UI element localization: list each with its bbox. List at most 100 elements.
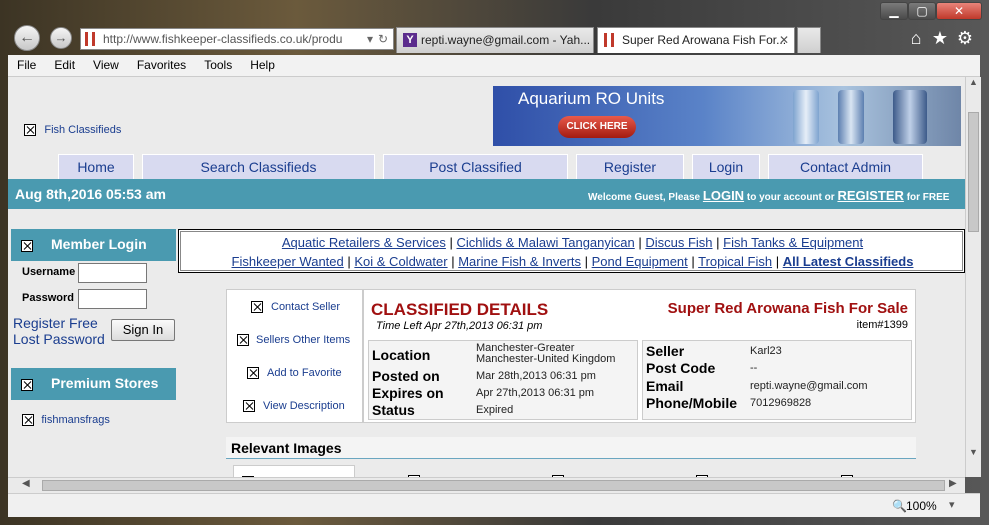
forward-button[interactable]: → bbox=[50, 27, 72, 49]
broken-image-icon bbox=[243, 399, 255, 412]
nav-post-classified[interactable]: Post Classified bbox=[383, 154, 568, 180]
category-link[interactable]: Fish Tanks & Equipment bbox=[723, 235, 863, 250]
address-text: http://www.fishkeeper-classifieds.co.uk/… bbox=[103, 32, 343, 46]
category-link[interactable]: Fishkeeper Wanted bbox=[232, 254, 344, 269]
scroll-left-icon[interactable]: ◀ bbox=[22, 478, 30, 489]
close-button[interactable]: ✕ bbox=[936, 2, 982, 20]
menu-help[interactable]: Help bbox=[241, 55, 284, 75]
category-link[interactable]: Tropical Fish bbox=[698, 254, 772, 269]
password-input[interactable] bbox=[78, 289, 147, 309]
add-to-favorite-action[interactable]: Add to Favorite bbox=[247, 365, 342, 379]
image-thumbnail[interactable] bbox=[233, 465, 355, 477]
category-link[interactable]: Marine Fish & Inverts bbox=[458, 254, 581, 269]
menu-tools[interactable]: Tools bbox=[195, 55, 241, 75]
classified-title: Super Red Arowana Fish For Sale bbox=[667, 300, 908, 317]
banner-title: Aquarium RO Units bbox=[518, 89, 665, 108]
nav-contact-admin[interactable]: Contact Admin bbox=[768, 154, 923, 180]
back-arrow-icon: ← bbox=[19, 29, 35, 46]
nav-search-classifieds[interactable]: Search Classifieds bbox=[142, 154, 375, 180]
broken-image-icon bbox=[21, 378, 33, 391]
date-bar: Aug 8th,2016 05:53 am Welcome Guest, Ple… bbox=[8, 179, 965, 209]
nav-register[interactable]: Register bbox=[576, 154, 684, 180]
details-heading: CLASSIFIED DETAILS bbox=[371, 300, 549, 319]
classified-details: CLASSIFIED DETAILS Time Left Apr 27th,20… bbox=[363, 289, 916, 423]
menu-file[interactable]: File bbox=[8, 55, 45, 75]
tab-arowana[interactable]: Super Red Arowana Fish For... ✕ bbox=[597, 27, 795, 53]
relevant-images-header: Relevant Images bbox=[226, 437, 916, 459]
broken-image-icon bbox=[251, 300, 263, 313]
zoom-level[interactable]: 100% bbox=[906, 499, 937, 513]
home-icon[interactable]: ⌂ bbox=[906, 28, 926, 48]
broken-image-icon bbox=[21, 239, 33, 252]
store-item[interactable]: fishmansfrags bbox=[22, 412, 110, 426]
refresh-icon[interactable]: ↻ bbox=[378, 29, 388, 49]
horizontal-scroll-thumb[interactable] bbox=[42, 480, 945, 491]
menu-view[interactable]: View bbox=[84, 55, 128, 75]
username-label: Username bbox=[22, 266, 76, 278]
scroll-up-icon[interactable]: ▲ bbox=[966, 77, 981, 91]
menu-favorites[interactable]: Favorites bbox=[128, 55, 195, 75]
password-label: Password bbox=[22, 292, 74, 304]
yahoo-favicon-icon: Y bbox=[403, 33, 417, 47]
register-link[interactable]: REGISTER bbox=[837, 188, 903, 203]
category-row-2: Fishkeeper Wanted | Koi & Coldwater | Ma… bbox=[231, 254, 914, 269]
details-right-table: Seller Karl23 Post Code -- Email repti.w… bbox=[642, 340, 912, 420]
tab-label: repti.wayne@gmail.com - Yah... bbox=[421, 33, 591, 47]
banner-click-button[interactable]: CLICK HERE bbox=[558, 116, 636, 138]
zoom-dropdown-icon[interactable]: ▾ bbox=[949, 498, 955, 511]
menu-edit[interactable]: Edit bbox=[45, 55, 84, 75]
search-dropdown-icon[interactable]: ▾ bbox=[367, 29, 373, 49]
banner-ad[interactable]: Aquarium RO Units CLICK HERE bbox=[493, 86, 961, 146]
view-description-action[interactable]: View Description bbox=[243, 398, 345, 412]
site-favicon-icon bbox=[85, 32, 95, 46]
tab-yahoo-mail[interactable]: Y repti.wayne@gmail.com - Yah... bbox=[396, 27, 594, 53]
nav-login[interactable]: Login bbox=[692, 154, 760, 180]
tab-label: Super Red Arowana Fish For... bbox=[622, 33, 787, 47]
sellers-other-items-action[interactable]: Sellers Other Items bbox=[237, 332, 350, 346]
status-bar: 🔍 100% ▾ bbox=[8, 493, 980, 517]
category-link[interactable]: Aquatic Retailers & Services bbox=[282, 235, 446, 250]
horizontal-scrollbar[interactable]: ◀ ▶ bbox=[8, 477, 965, 493]
filter-cartridge-image bbox=[838, 90, 864, 144]
category-links: Aquatic Retailers & Services | Cichlids … bbox=[178, 229, 965, 273]
category-row-1: Aquatic Retailers & Services | Cichlids … bbox=[281, 235, 864, 250]
time-left: Time Left Apr 27th,2013 06:31 pm bbox=[376, 320, 543, 332]
details-left-table: Location Manchester-Greater Manchester-U… bbox=[368, 340, 638, 420]
close-tab-icon[interactable]: ✕ bbox=[779, 28, 789, 52]
nav-home[interactable]: Home bbox=[58, 154, 134, 180]
category-link[interactable]: Pond Equipment bbox=[592, 254, 688, 269]
username-input[interactable] bbox=[78, 263, 147, 283]
broken-image-icon bbox=[237, 333, 249, 346]
address-bar[interactable]: http://www.fishkeeper-classifieds.co.uk/… bbox=[80, 28, 394, 50]
register-free-link[interactable]: Register Free bbox=[13, 315, 98, 331]
new-tab-button[interactable] bbox=[797, 27, 821, 53]
category-link[interactable]: Discus Fish bbox=[645, 235, 712, 250]
minimize-button[interactable]: ▁ bbox=[880, 2, 908, 20]
welcome-message: Welcome Guest, Please LOGIN to your acco… bbox=[588, 188, 950, 203]
category-link[interactable]: Koi & Coldwater bbox=[354, 254, 447, 269]
login-link[interactable]: LOGIN bbox=[703, 188, 744, 203]
favorites-star-icon[interactable]: ★ bbox=[930, 28, 950, 48]
all-latest-link[interactable]: All Latest Classifieds bbox=[783, 254, 914, 269]
broken-image-icon bbox=[22, 413, 34, 426]
lost-password-link[interactable]: Lost Password bbox=[13, 331, 105, 347]
maximize-button[interactable]: ▢ bbox=[908, 2, 936, 20]
menu-bar: File Edit View Favorites Tools Help bbox=[8, 55, 980, 77]
sign-in-button[interactable]: Sign In bbox=[111, 319, 175, 341]
scroll-down-icon[interactable]: ▼ bbox=[966, 447, 981, 461]
site-logo[interactable]: Fish Classifieds bbox=[24, 122, 121, 136]
actions-panel: Contact Seller Sellers Other Items Add t… bbox=[226, 289, 363, 423]
member-login-header: Member Login bbox=[11, 229, 176, 261]
item-number: item#1399 bbox=[856, 319, 908, 331]
category-link[interactable]: Cichlids & Malawi Tanganyican bbox=[457, 235, 635, 250]
back-button[interactable]: ← bbox=[14, 25, 40, 51]
contact-seller-action[interactable]: Contact Seller bbox=[251, 299, 340, 313]
scroll-right-icon[interactable]: ▶ bbox=[949, 478, 957, 489]
filter-cartridge-image bbox=[893, 90, 927, 144]
vertical-scroll-thumb[interactable] bbox=[968, 112, 979, 232]
site-favicon-icon bbox=[604, 33, 614, 47]
vertical-scrollbar[interactable]: ▲ ▼ bbox=[965, 77, 981, 477]
broken-image-icon bbox=[24, 123, 36, 136]
forward-arrow-icon: → bbox=[54, 30, 68, 45]
gear-icon[interactable]: ⚙ bbox=[955, 28, 975, 48]
